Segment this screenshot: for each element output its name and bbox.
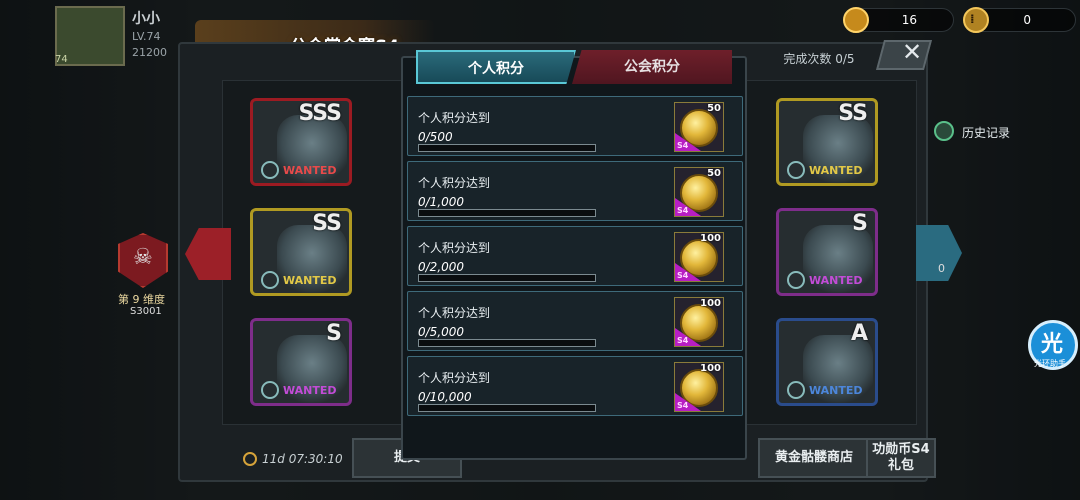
card-rank: S [326,321,342,346]
card-status: WANTED [283,164,337,177]
faction-emblem-icon [787,381,805,399]
card-rank: SS [838,101,868,126]
reward-slot[interactable]: S4 100 [674,297,724,347]
reward-quantity: 50 [707,103,721,114]
history-button[interactable]: 历史记录 [934,121,1026,143]
player-level: LV.74 [132,30,161,43]
reward-season-tag: S4 [677,336,689,345]
task-progress-bar [418,144,596,152]
task-progress-text: 0/10,000 [418,390,472,404]
close-icon[interactable]: ✕ [902,38,922,66]
task-item: 个人积分达到 0/500 S4 50 [407,96,743,156]
reward-slot[interactable]: S4 50 [674,167,724,217]
avatar-level: 74 [55,54,68,65]
wanted-card[interactable]: S WANTED [776,208,878,296]
task-label: 个人积分达到 [418,176,491,190]
wanted-card[interactable]: A WANTED [776,318,878,406]
faction-emblem-icon [787,161,805,179]
task-item: 个人积分达到 0/2,000 S4 100 [407,226,743,286]
wanted-card[interactable]: SS WANTED [250,208,352,296]
tab-personal-points[interactable]: 个人积分 [416,50,576,84]
task-progress-bar [418,404,596,412]
card-status: WANTED [283,384,337,397]
reward-season-tag: S4 [677,206,689,215]
task-label: 个人积分达到 [418,306,491,320]
task-progress-bar [418,209,596,217]
task-progress-text: 0/5,000 [418,325,465,339]
faction-emblem-icon [787,271,805,289]
tab-guild-points[interactable]: 公会积分 [572,50,732,84]
faction-emblem-icon [261,161,279,179]
dimension-rank-label: 第 9 维度 [118,293,165,306]
star-tab-count: 0 [938,262,945,275]
task-label: 个人积分达到 [418,371,491,385]
resource-panda-coin[interactable]: 16 [843,7,954,33]
faction-emblem-icon [261,381,279,399]
completion-count: 完成次数 0/5 [783,52,855,66]
task-progress-text: 0/1,000 [418,195,465,209]
resource-panda-coin-value: 16 [901,13,917,27]
card-rank: S [852,211,868,236]
dimension-server: S3001 [130,306,162,317]
wanted-card[interactable]: SS WANTED [776,98,878,186]
reward-slot[interactable]: S4 100 [674,362,724,412]
wanted-card[interactable]: S WANTED [250,318,352,406]
helper-logo-icon: 光 [1041,332,1064,357]
reward-season-tag: S4 [677,271,689,280]
history-label: 历史记录 [962,126,1011,140]
card-status: WANTED [283,274,337,287]
task-label: 个人积分达到 [418,111,491,125]
faction-emblem-icon [261,271,279,289]
reward-quantity: 100 [700,233,721,244]
player-name: 小小 [132,11,160,27]
event-timer: 11d 07:30:10 [262,452,343,466]
merit-gift-pack-button[interactable]: 功勋币S4礼包 [866,438,936,478]
wanted-card[interactable]: SSS WANTED [250,98,352,186]
card-rank: SSS [298,101,342,126]
task-progress-bar [418,274,596,282]
card-status: WANTED [809,274,863,287]
clock-icon [934,121,954,141]
task-progress-text: 0/500 [418,130,453,144]
resource-medal-coin-value: 0 [1023,13,1031,27]
card-status: WANTED [809,384,863,397]
panda-coin-icon [843,7,869,33]
task-progress-bar [418,339,596,347]
medal-coin-icon: ⁞ [963,7,989,33]
gold-skull-shop-button[interactable]: 黄金骷髅商店 [758,438,870,478]
card-rank: SS [312,211,342,236]
reward-quantity: 50 [707,168,721,179]
skull-icon: ☠ [133,245,153,270]
reward-slot[interactable]: S4 100 [674,232,724,282]
stopwatch-icon [243,452,257,466]
reward-season-tag: S4 [677,141,689,150]
reward-quantity: 100 [700,298,721,309]
task-item: 个人积分达到 0/10,000 S4 100 [407,356,743,416]
helper-label: 光环助手 [1034,359,1066,368]
task-item: 个人积分达到 0/1,000 S4 50 [407,161,743,221]
card-rank: A [850,321,868,346]
reward-slot[interactable]: S4 50 [674,102,724,152]
task-label: 个人积分达到 [418,241,491,255]
reward-quantity: 100 [700,363,721,374]
reward-season-tag: S4 [677,401,689,410]
task-item: 个人积分达到 0/5,000 S4 100 [407,291,743,351]
player-points: 21200 [132,46,167,59]
resource-medal-coin[interactable]: ⁞ 0 [963,7,1076,33]
card-status: WANTED [809,164,863,177]
task-progress-text: 0/2,000 [418,260,465,274]
